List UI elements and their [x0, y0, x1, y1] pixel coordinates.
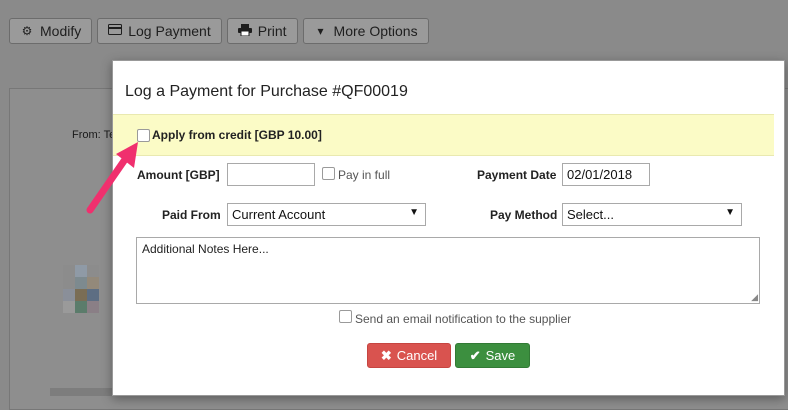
amount-input[interactable] [227, 163, 315, 186]
notes-placeholder: Additional Notes Here... [142, 242, 269, 256]
dropdown-arrow-icon: ▼ [725, 207, 735, 218]
additional-notes-textarea[interactable]: Additional Notes Here... ◢ [136, 237, 760, 304]
paid-from-selected: Current Account [232, 207, 326, 222]
log-payment-button[interactable]: Log Payment [97, 18, 222, 44]
modify-button[interactable]: ⚙ Modify [9, 18, 93, 44]
log-payment-label: Log Payment [128, 23, 211, 39]
print-label: Print [257, 23, 287, 39]
cancel-button[interactable]: ✖ Cancel [367, 343, 451, 368]
action-toolbar: ⚙ Modify Log Payment Print ▾ More Option… [9, 18, 429, 44]
blurred-logo [63, 265, 99, 313]
caret-down-icon: ▾ [317, 24, 324, 38]
more-options-label: More Options [333, 23, 418, 39]
annotation-arrow-icon [86, 142, 138, 214]
pay-method-label: Pay Method [490, 208, 558, 222]
pay-method-selected: Select... [567, 207, 614, 222]
log-payment-modal: Log a Payment for Purchase #QF00019 Appl… [112, 60, 785, 396]
cancel-label: Cancel [396, 348, 438, 363]
close-icon: ✖ [380, 347, 392, 363]
email-notification-label[interactable]: Send an email notification to the suppli… [355, 312, 571, 326]
pay-in-full-label[interactable]: Pay in full [338, 168, 390, 182]
check-icon: ✔ [469, 347, 481, 363]
email-notification-checkbox[interactable] [339, 310, 352, 323]
save-button[interactable]: ✔ Save [455, 343, 530, 368]
modify-label: Modify [40, 23, 82, 39]
gear-icon: ⚙ [21, 24, 33, 38]
apply-credit-row: Apply from credit [GBP 10.00] [113, 114, 774, 156]
resize-handle-icon[interactable]: ◢ [751, 293, 758, 302]
paid-from-select[interactable]: Current Account ▼ [227, 203, 426, 226]
paid-from-label: Paid From [162, 208, 221, 222]
modal-title: Log a Payment for Purchase #QF00019 [125, 83, 408, 100]
print-icon [237, 23, 252, 39]
dropdown-arrow-icon: ▼ [409, 207, 419, 218]
payment-date-input[interactable] [562, 163, 650, 186]
pay-in-full-checkbox[interactable] [322, 167, 335, 180]
save-label: Save [485, 348, 516, 363]
more-options-button[interactable]: ▾ More Options [302, 18, 429, 44]
credit-card-icon [108, 24, 123, 38]
print-button[interactable]: Print [226, 18, 298, 44]
apply-credit-label[interactable]: Apply from credit [GBP 10.00] [152, 128, 322, 142]
payment-date-label: Payment Date [477, 168, 557, 182]
pay-method-select[interactable]: Select... ▼ [562, 203, 742, 226]
